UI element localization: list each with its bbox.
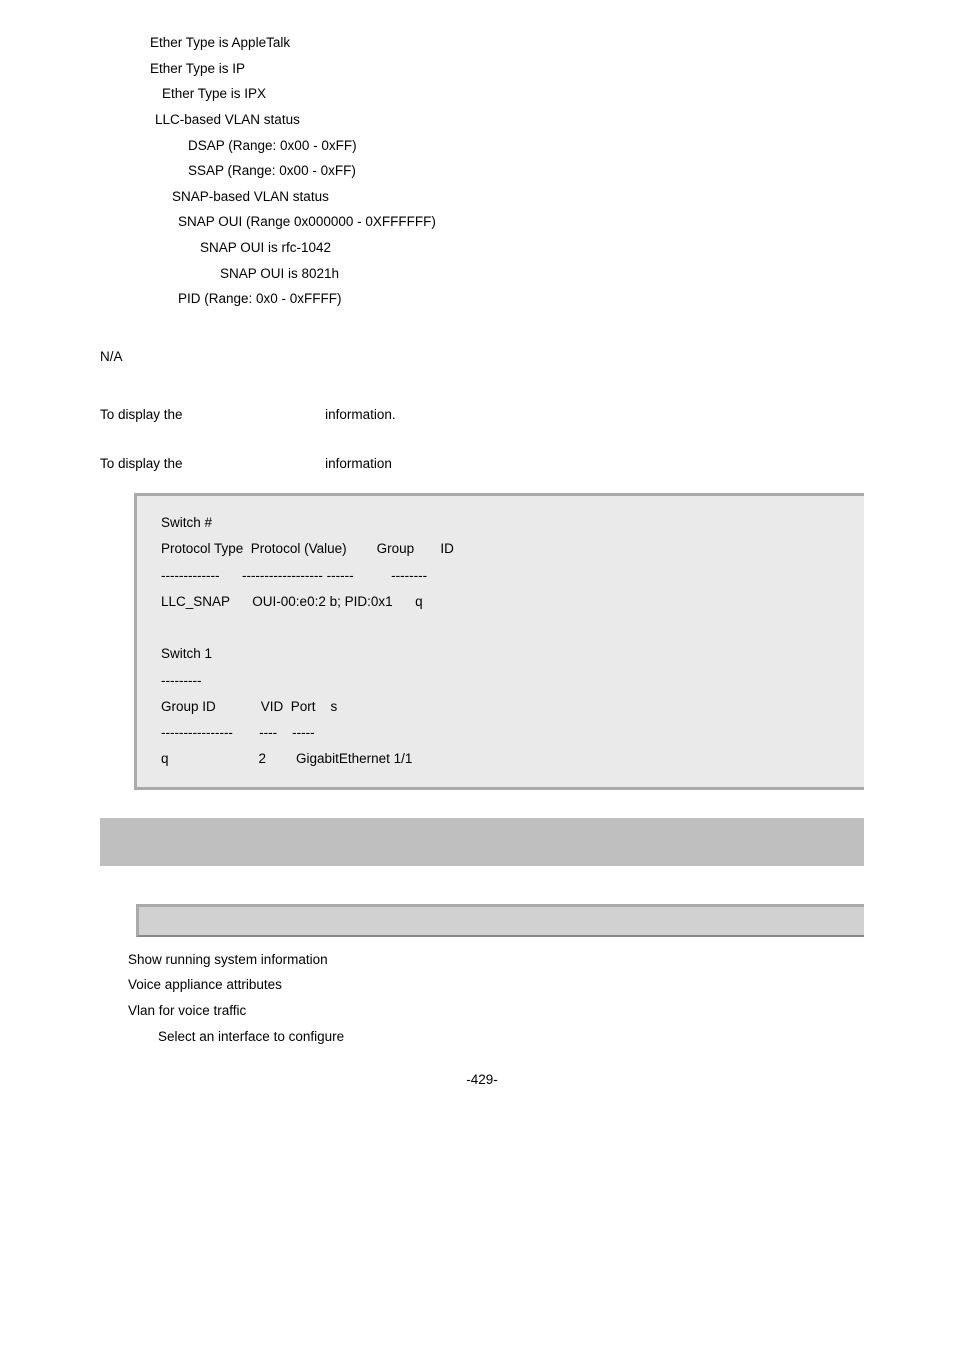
line-llc-status: LLC-based VLAN status — [155, 107, 864, 133]
display-sentence-2: To display the information — [100, 451, 864, 477]
line-snap-oui-range: SNAP OUI (Range 0x000000 - 0XFFFFFF) — [178, 209, 864, 235]
line-ether-ipx: Ether Type is IPX — [162, 81, 864, 107]
display1-prefix: To display the — [100, 407, 183, 422]
out-divider3: ---------------- ---- ----- — [161, 720, 846, 746]
cmd-vlan: Vlan for voice traffic — [128, 998, 864, 1024]
na-text: N/A — [100, 344, 864, 370]
out-switch-hash: Switch # — [161, 510, 846, 536]
display2-prefix: To display the — [100, 456, 183, 471]
display2-suffix: information — [325, 456, 392, 471]
out-row-q: q 2 GigabitEthernet 1/1 — [161, 746, 846, 772]
line-ssap: SSAP (Range: 0x00 - 0xFF) — [188, 158, 864, 184]
line-ether-ip: Ether Type is IP — [150, 56, 864, 82]
out-row-llcsnap: LLC_SNAP OUI-00:e0:2 b; PID:0x1 q — [161, 589, 846, 615]
cmd-show: Show running system information — [128, 947, 864, 973]
out-header1: Protocol Type Protocol (Value) Group ID — [161, 536, 846, 562]
out-switch1: Switch 1 — [161, 641, 846, 667]
cmd-select-iface: Select an interface to configure — [158, 1024, 864, 1050]
grey-banner-2 — [136, 904, 864, 937]
line-ether-appletalk: Ether Type is AppleTalk — [150, 30, 864, 56]
line-snap-rfc1042: SNAP OUI is rfc-1042 — [200, 235, 864, 261]
out-divider1: ------------- ------------------ ------ … — [161, 563, 846, 589]
line-pid: PID (Range: 0x0 - 0xFFFF) — [178, 286, 864, 312]
display-sentence-1: To display the information. — [100, 402, 864, 428]
display1-suffix: information. — [325, 407, 396, 422]
out-divider2: --------- — [161, 668, 846, 694]
line-dsap: DSAP (Range: 0x00 - 0xFF) — [188, 133, 864, 159]
terminal-output: Switch # Protocol Type Protocol (Value) … — [134, 493, 864, 790]
out-header2: Group ID VID Port s — [161, 694, 846, 720]
line-snap-status: SNAP-based VLAN status — [172, 184, 864, 210]
line-snap-8021h: SNAP OUI is 8021h — [220, 261, 864, 287]
cmd-voice: Voice appliance attributes — [128, 972, 864, 998]
page-number: -429- — [100, 1067, 864, 1093]
grey-banner-1 — [100, 818, 864, 866]
